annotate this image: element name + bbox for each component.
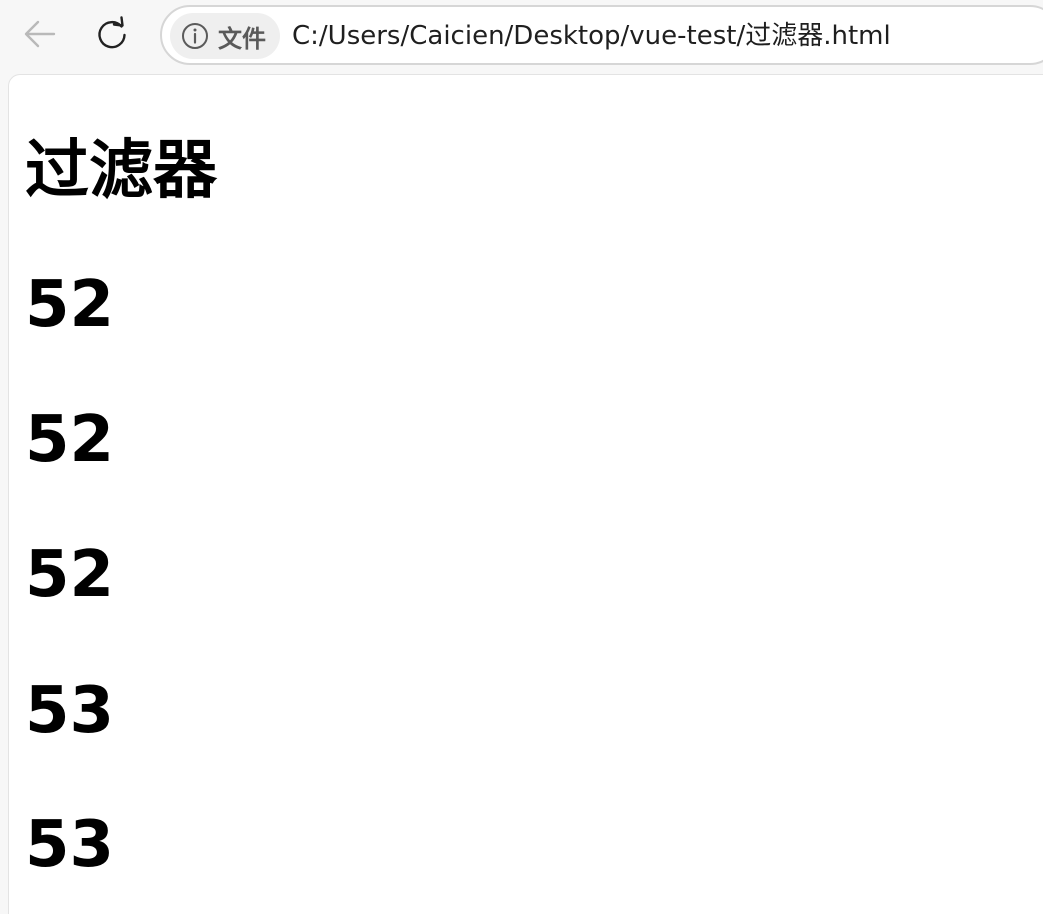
info-icon — [180, 21, 210, 51]
reload-button[interactable] — [90, 12, 134, 56]
address-bar[interactable]: 文件 C:/Users/Caicien/Desktop/vue-test/过滤器… — [160, 5, 1043, 65]
url-text[interactable]: C:/Users/Caicien/Desktop/vue-test/过滤器.ht… — [292, 17, 891, 55]
site-info-chip[interactable]: 文件 — [170, 13, 280, 59]
value-heading: 53 — [25, 674, 115, 748]
browser-toolbar: 文件 C:/Users/Caicien/Desktop/vue-test/过滤器… — [0, 0, 1043, 72]
site-info-label: 文件 — [218, 24, 266, 53]
value-heading: 52 — [25, 538, 115, 612]
page-viewport: 过滤器 52 52 52 53 53 — [8, 74, 1043, 914]
value-heading: 52 — [25, 403, 115, 477]
arrow-left-icon — [24, 20, 56, 48]
back-button[interactable] — [18, 12, 62, 56]
page-title: 过滤器 — [25, 134, 217, 208]
value-heading: 52 — [25, 268, 115, 342]
reload-icon — [98, 16, 126, 49]
value-heading: 53 — [25, 808, 115, 882]
